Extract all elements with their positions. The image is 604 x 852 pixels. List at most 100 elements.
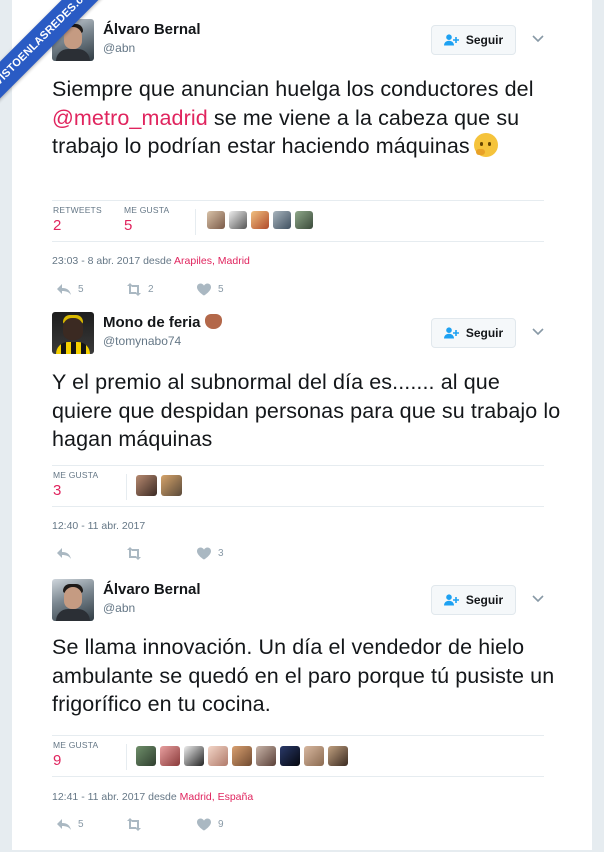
like-button[interactable]: 3 bbox=[196, 547, 224, 560]
retweet-button[interactable]: 2 bbox=[126, 283, 154, 296]
tweet-actions: 5 9 bbox=[52, 818, 352, 834]
stat-label: RETWEETS bbox=[53, 205, 102, 215]
liker-avatar[interactable] bbox=[295, 211, 313, 229]
liker-avatar[interactable] bbox=[136, 746, 156, 766]
tweet-stats: ME GUSTA 9 bbox=[52, 735, 544, 777]
divider bbox=[195, 209, 196, 235]
reply-button[interactable] bbox=[56, 547, 78, 560]
like-button[interactable]: 9 bbox=[196, 818, 224, 831]
likes-stat[interactable]: ME GUSTA 9 bbox=[53, 740, 98, 769]
liker-avatar[interactable] bbox=[160, 746, 180, 766]
tweet-text: Siempre que anuncian huelga los conducto… bbox=[52, 75, 562, 161]
monkey-face-icon bbox=[204, 314, 222, 329]
reply-icon bbox=[57, 819, 71, 830]
heart-icon bbox=[197, 283, 211, 296]
tweet-actions: 5 2 5 bbox=[52, 283, 352, 299]
liker-avatar[interactable] bbox=[251, 211, 269, 229]
retweets-stat[interactable]: RETWEETS 2 bbox=[53, 205, 102, 234]
tweet-stats: ME GUSTA 3 bbox=[52, 465, 544, 507]
retweet-icon bbox=[127, 283, 141, 296]
liker-avatar[interactable] bbox=[208, 746, 228, 766]
follow-button[interactable]: Seguir bbox=[431, 25, 516, 55]
add-user-icon bbox=[443, 34, 459, 46]
retweet-button[interactable] bbox=[126, 818, 148, 831]
display-name[interactable]: Álvaro Bernal bbox=[103, 21, 201, 38]
timestamp-text[interactable]: 12:41 - 11 abr. 2017 desde bbox=[52, 791, 180, 803]
like-count: 9 bbox=[218, 819, 224, 830]
reply-icon bbox=[57, 284, 71, 295]
timestamp-text[interactable]: 23:03 - 8 abr. 2017 desde bbox=[52, 255, 174, 267]
liker-avatar[interactable] bbox=[256, 746, 276, 766]
likers-avatars bbox=[207, 211, 313, 229]
follow-label: Seguir bbox=[465, 326, 504, 340]
add-user-icon bbox=[443, 327, 459, 339]
like-button[interactable]: 5 bbox=[196, 283, 224, 296]
liker-avatar[interactable] bbox=[304, 746, 324, 766]
tweet-actions: 3 bbox=[52, 547, 352, 563]
thinking-face-icon bbox=[473, 133, 498, 157]
retweet-button[interactable] bbox=[126, 547, 148, 560]
reply-count: 5 bbox=[78, 819, 84, 830]
stat-value: 5 bbox=[124, 217, 133, 234]
follow-label: Seguir bbox=[465, 33, 504, 47]
reply-icon bbox=[57, 548, 71, 559]
liker-avatar[interactable] bbox=[229, 211, 247, 229]
liker-avatar[interactable] bbox=[207, 211, 225, 229]
chevron-down-icon[interactable] bbox=[531, 324, 545, 338]
stat-label: ME GUSTA bbox=[53, 740, 99, 750]
reply-button[interactable]: 5 bbox=[56, 283, 84, 296]
add-user-icon bbox=[443, 594, 459, 606]
liker-avatar[interactable] bbox=[136, 475, 157, 496]
follow-button[interactable]: Seguir bbox=[431, 585, 516, 615]
divider bbox=[126, 744, 127, 770]
liker-avatar[interactable] bbox=[184, 746, 204, 766]
stat-value: 2 bbox=[53, 217, 62, 234]
location-link[interactable]: Arapiles, Madrid bbox=[174, 255, 250, 267]
location-link[interactable]: Madrid, España bbox=[180, 791, 254, 803]
liker-avatar[interactable] bbox=[161, 475, 182, 496]
chevron-down-icon[interactable] bbox=[531, 591, 545, 605]
likes-stat[interactable]: ME GUSTA 5 bbox=[124, 205, 169, 234]
tweet-timestamp: 12:40 - 11 abr. 2017 bbox=[52, 520, 145, 532]
follow-button[interactable]: Seguir bbox=[431, 318, 516, 348]
display-name[interactable]: Álvaro Bernal bbox=[103, 581, 201, 598]
mention-link[interactable]: @metro_madrid bbox=[52, 106, 208, 130]
reply-count: 5 bbox=[78, 284, 84, 295]
reply-button[interactable]: 5 bbox=[56, 818, 84, 831]
likers-avatars bbox=[136, 746, 348, 766]
divider bbox=[126, 474, 127, 500]
timestamp-text[interactable]: 12:40 - 11 abr. 2017 bbox=[52, 520, 145, 532]
like-count: 5 bbox=[218, 284, 224, 295]
retweet-count: 2 bbox=[148, 284, 154, 295]
tweet-text: Se llama innovación. Un día el vendedor … bbox=[52, 635, 555, 716]
username[interactable]: @abn bbox=[103, 41, 135, 55]
display-name[interactable]: Mono de feria bbox=[103, 314, 222, 331]
stat-value: 9 bbox=[53, 752, 62, 769]
username[interactable]: @tomynabo74 bbox=[103, 334, 181, 348]
liker-avatar[interactable] bbox=[280, 746, 300, 766]
liker-avatar[interactable] bbox=[328, 746, 348, 766]
like-count: 3 bbox=[218, 548, 224, 559]
tweet-stats: RETWEETS 2 ME GUSTA 5 bbox=[52, 200, 544, 242]
avatar[interactable] bbox=[52, 312, 94, 354]
liker-avatar[interactable] bbox=[232, 746, 252, 766]
tweet-text-part: Siempre que anuncian huelga los conducto… bbox=[52, 77, 534, 101]
display-name-text: Mono de feria bbox=[103, 314, 201, 331]
follow-label: Seguir bbox=[465, 593, 504, 607]
tweet-timestamp: 23:03 - 8 abr. 2017 desde Arapiles, Madr… bbox=[52, 255, 250, 267]
stat-label: ME GUSTA bbox=[124, 205, 170, 215]
retweet-icon bbox=[127, 547, 141, 560]
chevron-down-icon[interactable] bbox=[531, 31, 545, 45]
tweet-thread-card: Álvaro Bernal @abn Seguir Siempre que an… bbox=[12, 0, 592, 850]
avatar[interactable] bbox=[52, 579, 94, 621]
heart-icon bbox=[197, 818, 211, 831]
liker-avatar[interactable] bbox=[273, 211, 291, 229]
heart-icon bbox=[197, 547, 211, 560]
likes-stat[interactable]: ME GUSTA 3 bbox=[53, 470, 98, 499]
username[interactable]: @abn bbox=[103, 601, 135, 615]
tweet-timestamp: 12:41 - 11 abr. 2017 desde Madrid, Españ… bbox=[52, 791, 253, 803]
retweet-icon bbox=[127, 818, 141, 831]
stat-label: ME GUSTA bbox=[53, 470, 99, 480]
stat-value: 3 bbox=[53, 482, 62, 499]
likers-avatars bbox=[136, 475, 182, 496]
